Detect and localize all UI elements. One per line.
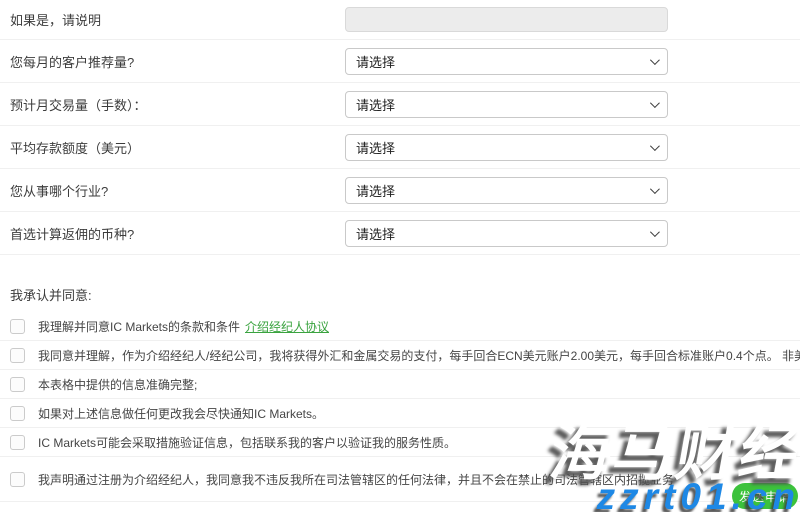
agreement-text: 我声明通过注册为介绍经纪人，我同意我不违反我所在司法管辖区的任何法律，并且不会在… xyxy=(38,471,674,488)
field-label: 如果是，请说明 xyxy=(10,10,345,29)
select-value: 请选择 xyxy=(356,95,395,114)
payment-terms-checkbox[interactable] xyxy=(10,348,25,363)
field-wrap xyxy=(345,7,668,32)
agreements-heading: 我承认并同意: xyxy=(0,255,800,313)
field-label: 预计月交易量（手数）： xyxy=(10,95,345,114)
verification-checkbox[interactable] xyxy=(10,435,25,450)
agreement-item-verification: IC Markets可能会采取措施验证信息，包括联系我的客户以验证我的服务性质。 xyxy=(0,428,800,457)
agreement-text-inline: 我理解并同意IC Markets的条款和条件 xyxy=(38,320,240,334)
chevron-down-icon xyxy=(650,141,660,151)
chevron-down-icon xyxy=(650,184,660,194)
agreement-item-payment-terms: 我同意并理解，作为介绍经纪人/经纪公司，我将获得外汇和金属交易的支付，每手回合E… xyxy=(0,341,800,370)
select-value: 请选择 xyxy=(356,181,395,200)
send-application-button[interactable]: 发送申请 xyxy=(732,483,798,509)
ib-agreement-link[interactable]: 介绍经纪人协议 xyxy=(245,320,329,334)
rebate-currency-select[interactable]: 请选择 xyxy=(345,220,668,247)
field-label: 平均存款额度（美元） xyxy=(10,138,345,157)
average-deposit-select[interactable]: 请选择 xyxy=(345,134,668,161)
ib-application-form-page: 如果是，请说明 您每月的客户推荐量? 请选择 预计月交易量（手数）： 请选择 平… xyxy=(0,0,800,512)
agreement-item-terms: 我理解并同意IC Markets的条款和条件介绍经纪人协议 xyxy=(0,313,800,341)
form-row-monthly-referrals: 您每月的客户推荐量? 请选择 xyxy=(0,40,800,83)
agreement-text: 我理解并同意IC Markets的条款和条件介绍经纪人协议 xyxy=(38,318,329,335)
agreement-item-notify-changes: 如果对上述信息做任何更改我会尽快通知IC Markets。 xyxy=(0,399,800,428)
chevron-down-icon xyxy=(650,55,660,65)
accuracy-checkbox[interactable] xyxy=(10,377,25,392)
agreement-text: 如果对上述信息做任何更改我会尽快通知IC Markets。 xyxy=(38,405,324,422)
monthly-volume-select[interactable]: 请选择 xyxy=(345,91,668,118)
agreement-item-jurisdiction: 我声明通过注册为介绍经纪人，我同意我不违反我所在司法管辖区的任何法律，并且不会在… xyxy=(0,457,800,502)
field-label: 您从事哪个行业? xyxy=(10,181,345,200)
field-wrap: 请选择 xyxy=(345,48,668,75)
field-wrap: 请选择 xyxy=(345,177,668,204)
monthly-referrals-select[interactable]: 请选择 xyxy=(345,48,668,75)
agreement-text: IC Markets可能会采取措施验证信息，包括联系我的客户以验证我的服务性质。 xyxy=(38,434,456,451)
agreement-item-accuracy: 本表格中提供的信息准确完整; xyxy=(0,370,800,399)
form-row-average-deposit: 平均存款额度（美元） 请选择 xyxy=(0,126,800,169)
field-label: 首选计算返佣的币种? xyxy=(10,224,345,243)
chevron-down-icon xyxy=(650,227,660,237)
form-row-if-yes-specify: 如果是，请说明 xyxy=(0,0,800,40)
select-value: 请选择 xyxy=(356,52,395,71)
form-row-industry: 您从事哪个行业? 请选择 xyxy=(0,169,800,212)
select-value: 请选择 xyxy=(356,224,395,243)
agreement-text: 本表格中提供的信息准确完整; xyxy=(38,376,197,393)
form-row-monthly-volume: 预计月交易量（手数）： 请选择 xyxy=(0,83,800,126)
if-yes-specify-input[interactable] xyxy=(345,7,668,32)
notify-changes-checkbox[interactable] xyxy=(10,406,25,421)
field-wrap: 请选择 xyxy=(345,91,668,118)
industry-select[interactable]: 请选择 xyxy=(345,177,668,204)
agreement-text: 我同意并理解，作为介绍经纪人/经纪公司，我将获得外汇和金属交易的支付，每手回合E… xyxy=(38,347,800,364)
chevron-down-icon xyxy=(650,98,660,108)
jurisdiction-checkbox[interactable] xyxy=(10,472,25,487)
field-wrap: 请选择 xyxy=(345,220,668,247)
form-row-rebate-currency: 首选计算返佣的币种? 请选择 xyxy=(0,212,800,255)
field-wrap: 请选择 xyxy=(345,134,668,161)
select-value: 请选择 xyxy=(356,138,395,157)
terms-checkbox[interactable] xyxy=(10,319,25,334)
field-label: 您每月的客户推荐量? xyxy=(10,52,345,71)
